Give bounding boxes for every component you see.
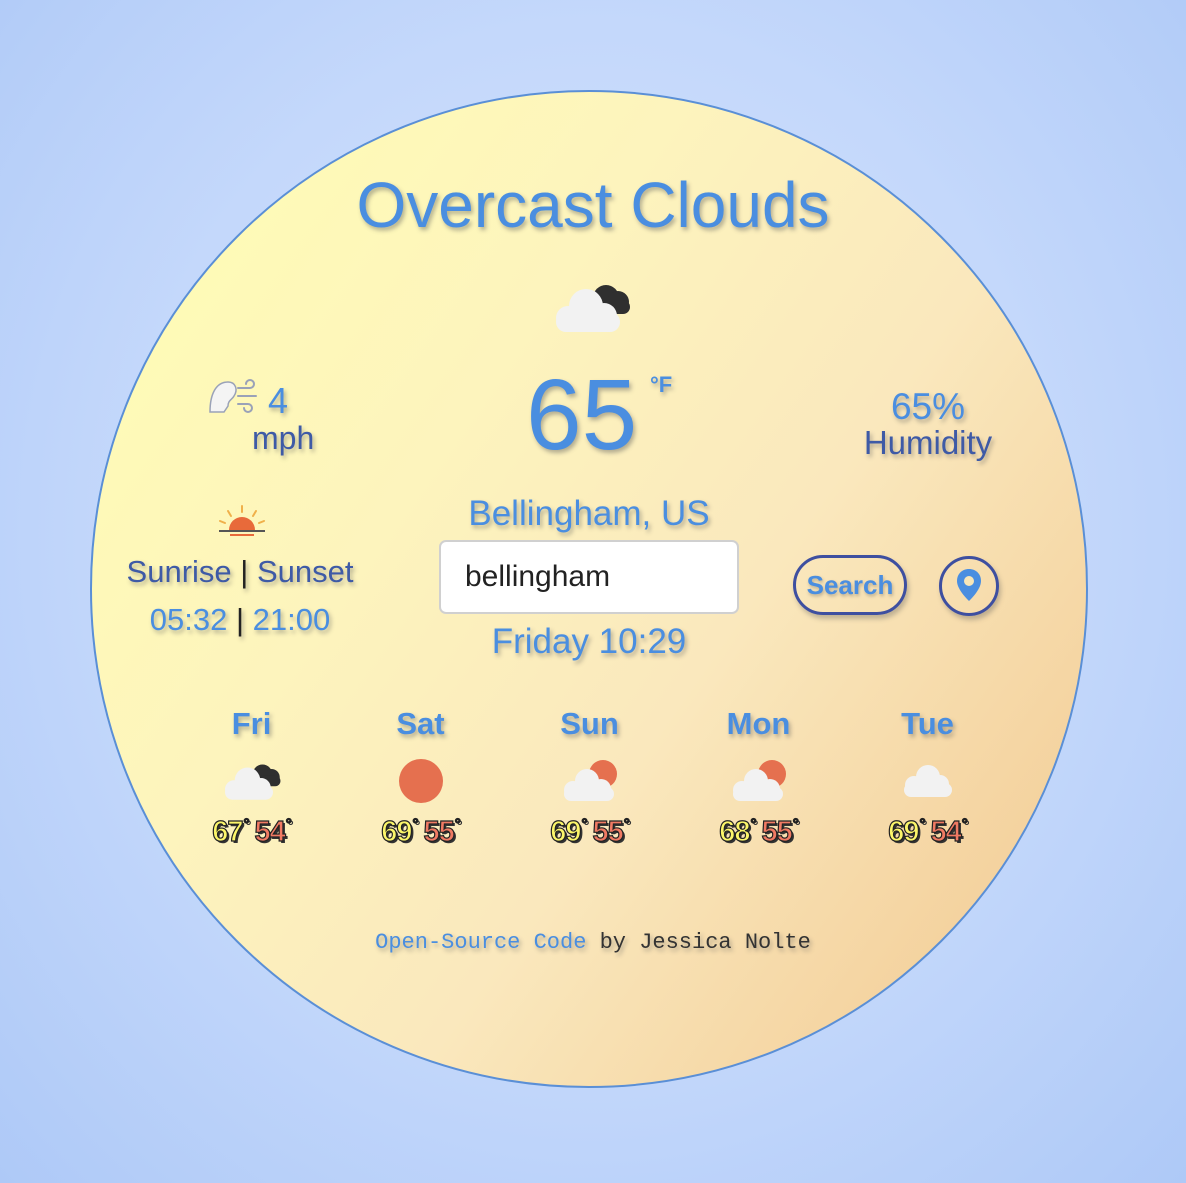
separator: | (235, 602, 245, 637)
partly-cloudy-icon (728, 752, 790, 810)
wind-icon (206, 376, 260, 421)
temperature-unit: °F (650, 372, 673, 397)
location-name: Bellingham, US (468, 494, 710, 533)
current-datetime: Friday 10:29 (491, 622, 687, 661)
sunrise-sunset-times: 05:32 | 21:00 (90, 602, 390, 638)
search-input[interactable] (439, 540, 739, 614)
cloud-icon (900, 752, 956, 810)
sunset-label: Sunset (256, 554, 354, 589)
location-pin-icon (956, 568, 982, 605)
wind-speed: 4 (268, 380, 289, 421)
forecast-day-name: Mon (726, 706, 791, 741)
forecast-low: 55° (761, 815, 799, 848)
current-temperature: 65 (526, 359, 638, 471)
sun-icon (397, 752, 445, 810)
overcast-cloud-icon (219, 752, 285, 810)
forecast-day: Sat 69° 55° (336, 706, 505, 849)
forecast-day-name: Sun (560, 706, 619, 741)
footer: Open-Source Code by Jessica Nolte (0, 930, 1186, 955)
wind-unit: mph (252, 420, 315, 456)
sunset-time: 21:00 (252, 602, 331, 637)
forecast-low: 55° (592, 815, 630, 848)
forecast-high: 69° (888, 815, 926, 848)
forecast-high: 69° (550, 815, 588, 848)
forecast-day-name: Tue (901, 706, 954, 741)
forecast-low: 54° (930, 815, 968, 848)
forecast-day-name: Sat (396, 706, 445, 741)
forecast-day: Mon 68° 55° (674, 706, 843, 849)
forecast-high: 67° (212, 815, 250, 848)
forecast-low: 55° (423, 815, 461, 848)
forecast-day: Tue 69° 54° (843, 706, 1012, 849)
humidity-label: Humidity (863, 424, 993, 461)
forecast-temps: 67° 54° (212, 815, 293, 849)
forecast-day-name: Fri (231, 706, 272, 741)
overcast-cloud-icon (548, 278, 636, 341)
humidity-value: 65% (890, 386, 966, 427)
forecast-day: Sun 69° 55° (505, 706, 674, 849)
partly-cloudy-icon (559, 752, 621, 810)
search-button[interactable]: Search (793, 555, 907, 615)
sunrise-icon (216, 504, 268, 545)
forecast-temps: 69° 54° (888, 815, 969, 849)
open-source-code-link[interactable]: Open-Source Code (375, 930, 586, 955)
separator: | (240, 554, 249, 589)
forecast-low: 54° (254, 815, 292, 848)
forecast-list: Fri 67°54° Sat 69°55° Sun 69°55° Mon (167, 706, 1012, 849)
forecast-temps: 69° 55° (381, 815, 462, 849)
sunrise-time: 05:32 (149, 602, 228, 637)
forecast-temps: 68° 55° (719, 815, 800, 849)
forecast-day: Fri 67° 54° (167, 706, 336, 849)
weather-description: Overcast Clouds (356, 169, 830, 241)
sunrise-label: Sunrise (126, 554, 232, 589)
sunrise-sunset-labels: Sunrise | Sunset (90, 554, 390, 590)
forecast-high: 69° (381, 815, 419, 848)
forecast-temps: 69° 55° (550, 815, 631, 849)
author-byline: by Jessica Nolte (599, 930, 811, 955)
location-button[interactable] (939, 556, 999, 616)
forecast-high: 68° (719, 815, 757, 848)
